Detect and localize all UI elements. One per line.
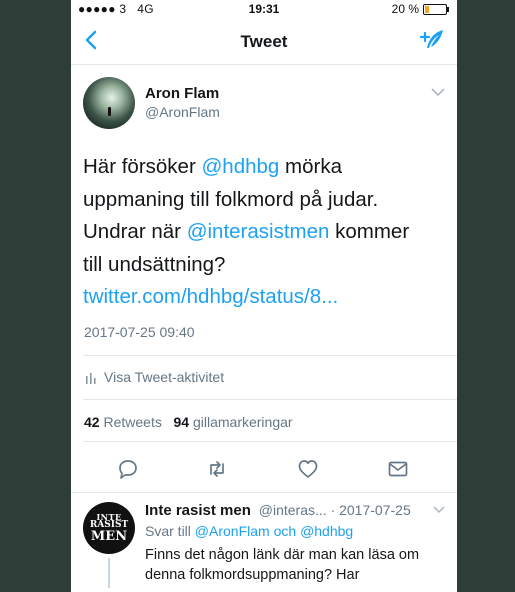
reply-date: · 2017-07-25	[330, 502, 411, 518]
reply-tweet[interactable]: INTE RASIST MEN Inte rasist men @interas…	[71, 496, 457, 592]
author-name[interactable]: Aron Flam	[145, 85, 219, 102]
avatar[interactable]	[83, 77, 135, 129]
status-bar: ●●●●● 3 4G 19:31 20 %	[71, 0, 457, 18]
phone-screen: ●●●●● 3 4G 19:31 20 % Tweet Aron Flam @A…	[71, 0, 457, 592]
battery-percent: 20 %	[391, 2, 419, 16]
like-heart-icon[interactable]	[297, 458, 319, 480]
mention-link[interactable]: @AronFlam	[195, 523, 270, 539]
replying-to: Svar till @AronFlam och @hdhbg	[145, 523, 354, 539]
action-bar	[71, 452, 457, 484]
reply-author-name[interactable]: Inte rasist men	[145, 502, 251, 519]
divider	[83, 399, 457, 400]
compose-quill-icon[interactable]	[419, 28, 445, 54]
likes-stat[interactable]: 94 gillamarkeringar	[174, 414, 293, 430]
chevron-down-icon[interactable]	[431, 87, 445, 97]
reply-text: Finns det någon länk där man kan läsa om…	[145, 547, 420, 583]
chevron-down-icon[interactable]	[433, 506, 445, 514]
bar-chart-icon	[86, 372, 96, 384]
retweet-icon[interactable]	[206, 458, 228, 480]
divider	[83, 355, 457, 356]
retweets-stat[interactable]: 42 Retweets	[84, 414, 162, 430]
tweet-stats: 42 Retweets 94 gillamarkeringar	[84, 414, 293, 430]
author-handle[interactable]: @AronFlam	[145, 104, 220, 120]
mention-link[interactable]: @hdhbg	[300, 523, 353, 539]
divider	[71, 492, 457, 493]
divider	[83, 441, 457, 442]
thread-line	[108, 558, 110, 588]
mention-link[interactable]: @interasistmen	[187, 220, 330, 243]
direct-message-icon[interactable]	[387, 458, 409, 480]
url-link[interactable]: twitter.com/hdhbg/status/8...	[83, 285, 338, 308]
page-title: Tweet	[240, 32, 288, 51]
reply-author-handle[interactable]: @interas...	[259, 502, 327, 518]
activity-label: Visa Tweet-aktivitet	[104, 369, 225, 385]
mention-link[interactable]: @hdhbg	[201, 155, 279, 178]
avatar[interactable]: INTE RASIST MEN	[83, 502, 135, 554]
tweet-text: Här försöker @hdhbg mörka uppmaning till…	[83, 155, 410, 308]
tweet-activity-link[interactable]: Visa Tweet-aktivitet	[85, 369, 224, 385]
battery-icon	[423, 3, 449, 15]
tweet-timestamp: 2017-07-25 09:40	[84, 324, 195, 340]
navigation-bar: Tweet	[71, 18, 457, 65]
reply-header: Inte rasist men @interas... · 2017-07-25	[145, 502, 411, 519]
reply-icon[interactable]	[117, 458, 139, 480]
